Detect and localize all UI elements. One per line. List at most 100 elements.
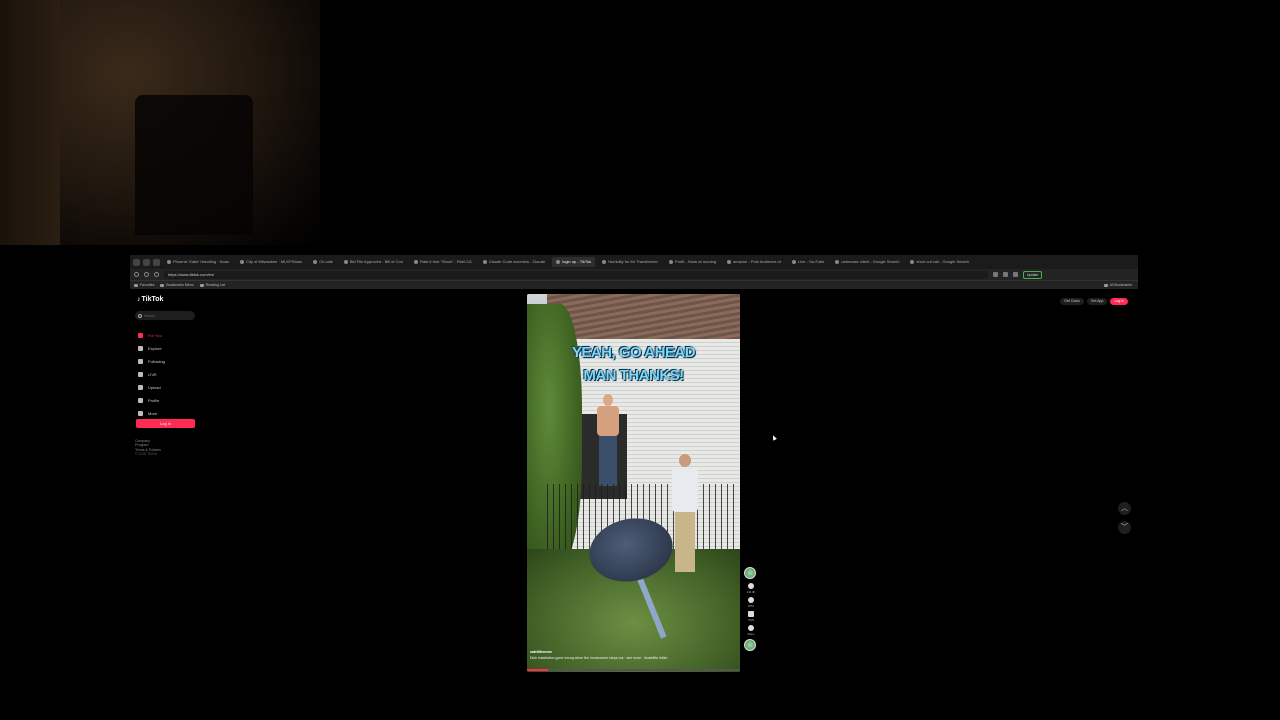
following-icon: [138, 359, 143, 364]
tab-4[interactable]: Rate it thot "Stock" - Reel.CA: [410, 257, 476, 267]
footer-copyright: © 2025 TikTok: [135, 451, 158, 456]
tab-8[interactable]: Profit - Hook at running: [665, 257, 720, 267]
favicon-icon: [343, 260, 348, 264]
favicon-icon: [313, 260, 318, 264]
previous-video-button[interactable]: ︿: [1118, 502, 1131, 515]
bookmark-reading-list[interactable]: Reading List: [199, 283, 225, 287]
get-coins-button[interactable]: Get Coins: [1060, 298, 1084, 305]
tab-0[interactable]: Phoenix 'Katie' Handling · Noac: [163, 257, 233, 267]
tab-actions-icon[interactable]: [153, 258, 160, 266]
header-actions: Get Coins Get App Log in: [1060, 298, 1128, 305]
bookmark-favorites[interactable]: Favorites: [134, 283, 154, 287]
bookmarks-bar: Favorites Bookmarks Menu Reading List Al…: [130, 280, 1138, 289]
video-description: Dish installation gone wrong when the ho…: [530, 656, 668, 660]
caption-line-2: MAN THANKS!: [583, 367, 684, 384]
comment-icon: [748, 597, 754, 603]
sidebar-toggle-icon[interactable]: [133, 258, 140, 266]
sidebar-item-explore[interactable]: Explore: [138, 342, 165, 355]
favicon-icon: [835, 260, 840, 264]
tab-bar: Phoenix 'Katie' Handling · Noac City of …: [130, 255, 1138, 269]
home-icon: [138, 333, 143, 338]
tab-1[interactable]: City of Milwaukee · MLKP/Noac: [236, 257, 306, 267]
caption-line-1: YEAH, GO AHEAD: [571, 344, 696, 361]
bookmark-icon: [748, 611, 754, 617]
favicon-icon: [240, 260, 245, 264]
video-roof: [547, 294, 740, 339]
person-legs: [599, 436, 617, 486]
tab-6-active[interactable]: login up - TikTok: [552, 257, 596, 267]
chevron-up-icon: ︿: [1121, 505, 1128, 512]
tiktok-logo[interactable]: ♪ TikTok: [137, 296, 163, 303]
action-rail: 142.3K 3051 7826 Share: [744, 567, 758, 655]
tab-11[interactable]: ustrecase client - Google Search: [831, 257, 903, 267]
sidebar-item-following[interactable]: Following: [138, 355, 165, 368]
header-login-button[interactable]: Log in: [1110, 298, 1128, 305]
music-disc-icon[interactable]: [744, 639, 756, 651]
get-app-button[interactable]: Get App: [1086, 298, 1108, 305]
share-button[interactable]: Share: [744, 625, 758, 636]
footer-links: Company Program Terms & Policies © 2025 …: [135, 439, 161, 456]
menu-icon[interactable]: [1013, 272, 1018, 277]
sidebar-login-button[interactable]: Log in: [136, 419, 195, 428]
favicon-icon: [910, 260, 915, 264]
favicon-icon: [668, 260, 673, 264]
back-icon[interactable]: [134, 272, 139, 277]
download-icon[interactable]: [1003, 272, 1008, 277]
tab-5[interactable]: Claude Code overview - Claude: [479, 257, 549, 267]
tiktok-page: ♪ TikTok Search For You Explore Following…: [130, 289, 1138, 672]
tiktok-favicon-icon: [556, 260, 561, 264]
person-head: [603, 394, 613, 406]
browser-window: Phoenix 'Katie' Handling · Noac City of …: [130, 255, 1138, 672]
search-icon: [138, 313, 142, 318]
tab-12[interactable]: short cut call - Google Search: [906, 257, 973, 267]
heart-icon: [748, 583, 754, 589]
person-torso: [597, 406, 619, 436]
tab-7[interactable]: Humidity for Mr Transformer: [598, 257, 662, 267]
forward-icon[interactable]: [144, 272, 149, 277]
folder-icon: [1103, 283, 1108, 287]
extension-icon[interactable]: [993, 272, 998, 277]
upload-icon: [138, 385, 143, 390]
wall-shadow: [0, 0, 60, 245]
all-bookmarks[interactable]: All Bookmarks: [1103, 283, 1132, 287]
more-icon: [138, 411, 143, 416]
tiktok-note-icon: ♪: [137, 296, 141, 303]
update-button[interactable]: Update: [1023, 270, 1043, 279]
sidebar-item-upload[interactable]: Upload: [138, 381, 165, 394]
like-button[interactable]: 142.3K: [744, 583, 758, 594]
video-person-installer: [670, 454, 700, 579]
video-progress-bar[interactable]: [527, 669, 740, 671]
favicon-icon: [482, 260, 487, 264]
chevron-down-icon: ﹀: [1121, 524, 1128, 531]
sidebar-item-live[interactable]: LIVE: [138, 368, 165, 381]
search-input[interactable]: Search: [135, 311, 195, 320]
folder-icon: [199, 283, 204, 287]
tab-10[interactable]: Live - YouTube: [788, 257, 829, 267]
workspace-icon[interactable]: [143, 258, 150, 266]
video-caption: YEAH, GO AHEAD MAN THANKS!: [527, 341, 740, 387]
next-video-button[interactable]: ﹀: [1118, 521, 1131, 534]
bookmark-menu[interactable]: Bookmarks Menu: [160, 283, 194, 287]
compass-icon: [138, 346, 143, 351]
tab-2[interactable]: Ch.cale: [309, 257, 337, 267]
address-bar[interactable]: https://www.tiktok.com/en/: [164, 270, 988, 279]
share-icon: [748, 625, 754, 631]
creator-avatar[interactable]: [744, 567, 756, 579]
video-progress-fill: [527, 669, 549, 671]
video-username[interactable]: satellitenews: [530, 650, 552, 654]
folder-icon: [134, 283, 138, 287]
video-player[interactable]: YEAH, GO AHEAD MAN THANKS! satellitenews…: [527, 294, 740, 672]
favicon-icon: [167, 260, 171, 264]
bookmark-button[interactable]: 7826: [744, 611, 758, 622]
profile-icon: [138, 398, 143, 403]
sidebar-item-profile[interactable]: Profile: [138, 394, 165, 407]
tab-3[interactable]: Bid File Approved - Bill of Con: [340, 257, 407, 267]
reload-icon[interactable]: [154, 272, 159, 277]
comment-button[interactable]: 3051: [744, 597, 758, 608]
favicon-icon: [413, 260, 418, 264]
tab-9[interactable]: amazon - Pole Audience.nt: [723, 257, 785, 267]
person-legs: [675, 512, 695, 572]
favicon-icon: [791, 260, 796, 264]
favicon-icon: [727, 260, 732, 264]
sidebar-item-for-you[interactable]: For You: [138, 329, 165, 342]
